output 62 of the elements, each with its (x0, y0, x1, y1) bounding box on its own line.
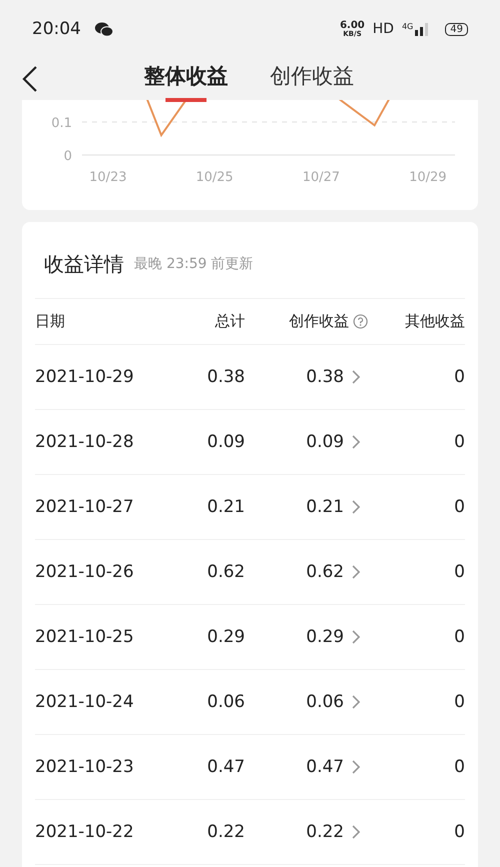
column-header: 总计 (215, 312, 245, 331)
table-cell: 2021-10-28 (35, 432, 134, 452)
chevron-icon[interactable] (352, 500, 360, 514)
table-cell: 2021-10-25 (35, 627, 134, 647)
table-cell: 0 (454, 562, 465, 582)
table-cell: 0 (454, 367, 465, 387)
table-cell: 2021-10-23 (35, 757, 134, 777)
update-note: 最晚 23:59 前更新 (134, 255, 254, 273)
axis-label: 0.1 (51, 116, 72, 131)
table-cell: 0 (454, 497, 465, 517)
table-cell: 0.09 (207, 432, 245, 452)
column-header: 创作收益 (289, 312, 349, 331)
chevron-icon[interactable] (352, 695, 360, 709)
tab[interactable]: 整体收益 (144, 56, 228, 102)
chevron-icon[interactable] (352, 565, 360, 579)
section-title: 收益详情 (44, 250, 124, 278)
table-cell: 0 (454, 692, 465, 712)
table-cell: 0.06 (207, 692, 245, 712)
axis-label: 0 (64, 149, 72, 164)
table-cell[interactable]: 0.21 (306, 497, 344, 517)
table-cell[interactable]: 0.22 (306, 822, 344, 842)
table-cell: 0 (454, 627, 465, 647)
table-cell: 0 (454, 432, 465, 452)
axis-label: 10/23 (89, 170, 127, 185)
hd-label: HD (372, 21, 394, 37)
table-cell: 0 (454, 757, 465, 777)
table-cell: 0.22 (207, 822, 245, 842)
tab[interactable]: 创作收益 (270, 56, 354, 102)
axis-label: 10/25 (196, 170, 234, 185)
table-cell: 0.21 (207, 497, 245, 517)
table-cell: 2021-10-24 (35, 692, 134, 712)
chevron-icon[interactable] (352, 435, 360, 449)
table-cell[interactable]: 0.29 (306, 627, 344, 647)
net-speed: 6.00 (340, 20, 365, 30)
table-cell: 0.62 (207, 562, 245, 582)
table-cell: 2021-10-26 (35, 562, 134, 582)
table-cell[interactable]: 0.09 (306, 432, 344, 452)
table-cell: 0 (454, 822, 465, 842)
back-icon[interactable] (22, 65, 38, 93)
table-cell: 0.47 (207, 757, 245, 777)
help-icon[interactable] (353, 314, 368, 329)
table-cell: 2021-10-29 (35, 367, 134, 387)
table-cell[interactable]: 0.47 (306, 757, 344, 777)
table-cell: 0.38 (207, 367, 245, 387)
chat-bubbles-icon (95, 22, 113, 36)
table-cell: 0.29 (207, 627, 245, 647)
table-cell[interactable]: 0.38 (306, 367, 344, 387)
chevron-icon[interactable] (352, 825, 360, 839)
network-label: 4G (402, 22, 414, 30)
axis-label: 10/27 (302, 170, 340, 185)
chevron-icon[interactable] (352, 760, 360, 774)
chevron-icon[interactable] (352, 370, 360, 384)
chevron-icon[interactable] (352, 630, 360, 644)
column-header: 其他收益 (405, 312, 465, 331)
column-header: 日期 (35, 312, 65, 331)
table-cell[interactable]: 0.62 (306, 562, 344, 582)
table-cell: 2021-10-27 (35, 497, 134, 517)
status-time: 20:04 (32, 19, 81, 39)
table-cell: 2021-10-22 (35, 822, 134, 842)
table-cell[interactable]: 0.06 (306, 692, 344, 712)
battery-indicator: 49 (445, 22, 468, 36)
axis-label: 10/29 (409, 170, 447, 185)
